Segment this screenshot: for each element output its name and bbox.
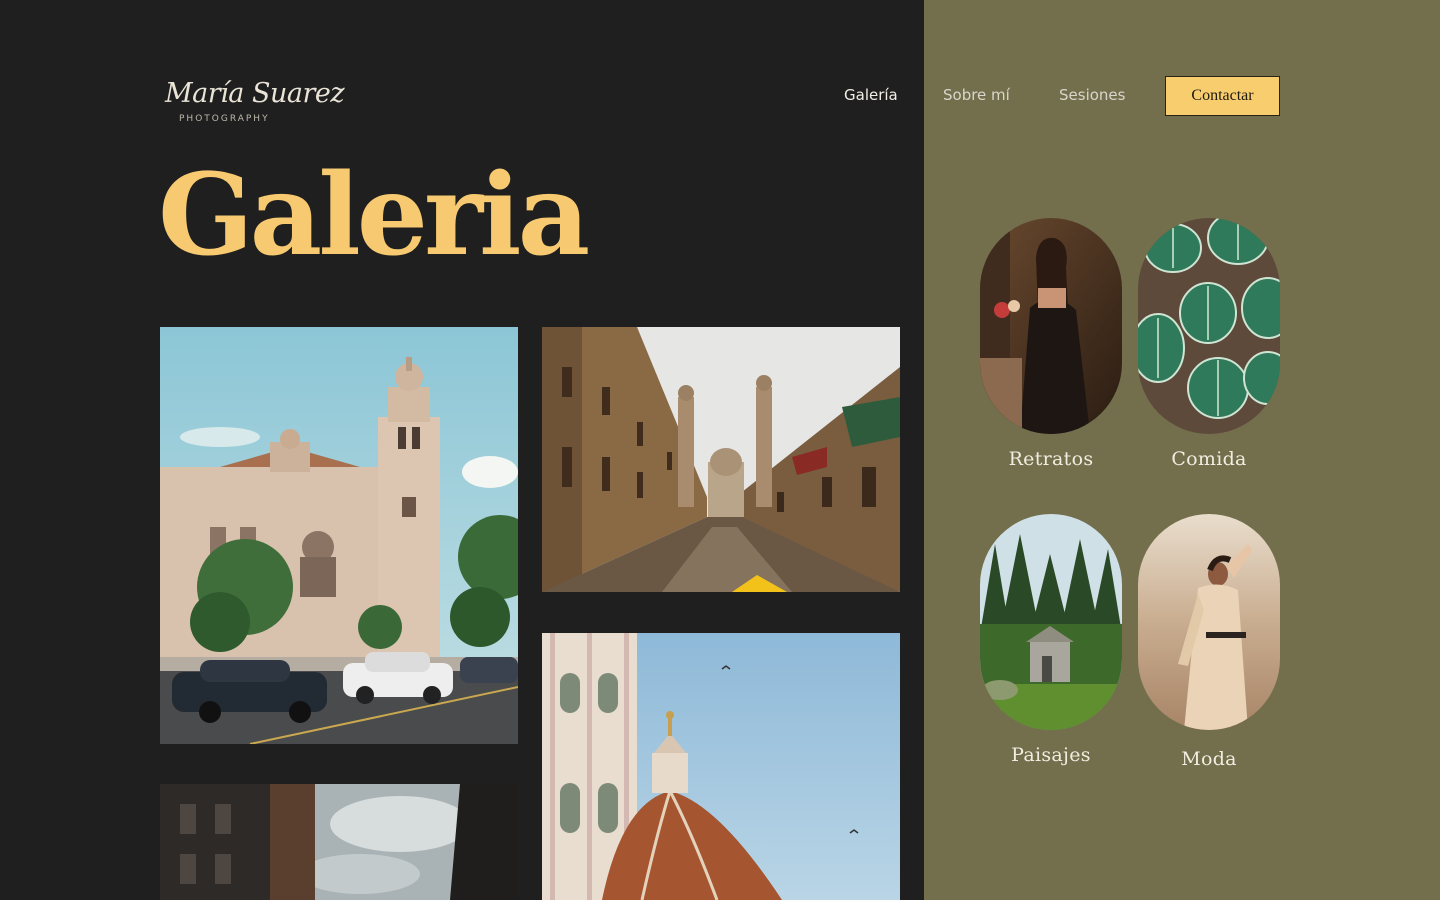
category-label: Retratos [1008,448,1094,470]
portrait-woman-image [980,218,1122,434]
category-label: Moda [1181,748,1237,770]
gallery-photo-church[interactable] [160,327,518,744]
retratos-thumbnail [980,218,1122,434]
category-moda[interactable]: Moda [1138,514,1280,770]
category-comida[interactable]: Comida [1138,218,1280,470]
forest-landscape-image [980,514,1122,730]
colonial-street-photo-image [542,327,900,592]
gallery-photo-florence-dome[interactable] [542,633,900,900]
page-title: Galeria [158,150,590,281]
brand-name: María Suarez [165,78,345,109]
moda-thumbnail [1138,514,1280,730]
comida-thumbnail [1138,218,1280,434]
nav-link-sobre-mi[interactable]: Sobre mí [943,86,1010,104]
gallery-photo-colonial-street[interactable] [542,327,900,592]
church-photo-image [160,327,518,744]
category-label: Comida [1171,448,1247,470]
contact-button[interactable]: Contactar [1165,76,1280,116]
category-label: Paisajes [1011,744,1091,766]
plant-image [1138,218,1280,434]
category-paisajes[interactable]: Paisajes [980,514,1122,766]
nav-link-galeria[interactable]: Galería [844,86,898,104]
category-retratos[interactable]: Retratos [980,218,1122,470]
gallery-photo-city-buildings[interactable] [160,784,518,900]
brand-tagline: PHOTOGRAPHY [179,114,270,124]
nav-link-sesiones[interactable]: Sesiones [1059,86,1125,104]
brand-logo[interactable]: María Suarez PHOTOGRAPHY [165,78,345,130]
city-buildings-photo-image [160,784,518,900]
florence-dome-photo-image [542,633,900,900]
fashion-woman-image [1138,514,1280,730]
paisajes-thumbnail [980,514,1122,730]
